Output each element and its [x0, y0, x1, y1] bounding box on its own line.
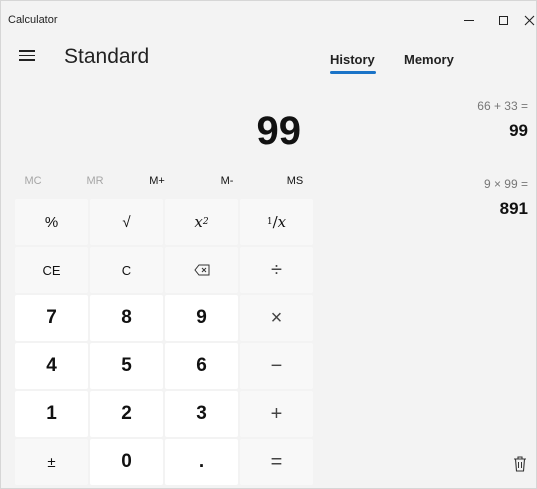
digit-2-button[interactable]: 2 [90, 391, 163, 437]
history-expression: 9 × 99 = [483, 177, 528, 191]
digit-9-button[interactable]: 9 [165, 295, 238, 341]
minimize-button[interactable] [451, 7, 487, 33]
equals-button[interactable]: = [240, 439, 313, 485]
keypad: % √ x2 1/x CE C ÷ 7 8 9 × 4 5 6 − 1 2 3 [15, 199, 313, 488]
history-expression: 66 + 33 = [477, 99, 528, 113]
backspace-icon [193, 264, 209, 276]
square-base: x [194, 213, 203, 231]
digit-4-button[interactable]: 4 [15, 343, 88, 389]
mode-title: Standard [64, 45, 150, 68]
negate-button[interactable]: ± [15, 439, 88, 485]
multiply-button[interactable]: × [240, 295, 313, 341]
square-button[interactable]: x2 [165, 199, 238, 245]
digit-7-button[interactable]: 7 [15, 295, 88, 341]
tab-history[interactable]: History [330, 52, 375, 67]
history-item[interactable]: 66 + 33 = 99 [477, 99, 528, 141]
reciprocal-numerator: 1 [266, 217, 273, 227]
maximize-icon [498, 15, 508, 25]
title-bar: Calculator [1, 1, 536, 33]
memory-clear-button[interactable]: MC [13, 175, 53, 187]
history-item[interactable]: 9 × 99 = 891 [484, 177, 528, 219]
digit-1-button[interactable]: 1 [15, 391, 88, 437]
active-tab-indicator [330, 71, 376, 74]
navigation-menu-button[interactable] [19, 47, 41, 65]
reciprocal-button[interactable]: 1/x [240, 199, 313, 245]
backspace-button[interactable] [165, 247, 238, 293]
trash-icon [514, 456, 526, 472]
memory-add-button[interactable]: M+ [137, 175, 177, 187]
digit-6-button[interactable]: 6 [165, 343, 238, 389]
memory-subtract-button[interactable]: M- [207, 175, 247, 187]
display-value: 99 [256, 109, 302, 153]
memory-recall-button[interactable]: MR [75, 175, 115, 187]
digit-0-button[interactable]: 0 [90, 439, 163, 485]
decimal-button[interactable]: . [165, 439, 238, 485]
close-button[interactable] [511, 7, 536, 33]
memory-store-button[interactable]: MS [275, 175, 315, 187]
tab-memory[interactable]: Memory [404, 52, 454, 67]
square-root-button[interactable]: √ [90, 199, 163, 245]
digit-5-button[interactable]: 5 [90, 343, 163, 389]
calculator-window: Calculator Standard 99 MC MR M+ M- MS % … [0, 0, 537, 489]
percent-button[interactable]: % [15, 199, 88, 245]
square-exponent: 2 [202, 217, 209, 227]
minimize-icon [464, 19, 474, 21]
clear-button[interactable]: C [90, 247, 163, 293]
divide-button[interactable]: ÷ [240, 247, 313, 293]
digit-3-button[interactable]: 3 [165, 391, 238, 437]
history-result: 99 [509, 121, 528, 140]
memory-row: MC MR M+ M- MS [19, 175, 313, 195]
close-icon [524, 15, 534, 25]
history-result: 891 [499, 199, 528, 218]
window-title: Calculator [8, 14, 58, 26]
reciprocal-denominator: x [277, 213, 287, 231]
subtract-button[interactable]: − [240, 343, 313, 389]
digit-8-button[interactable]: 8 [90, 295, 163, 341]
clear-history-button[interactable] [513, 456, 527, 472]
result-display: 99 [1, 101, 311, 171]
add-button[interactable]: + [240, 391, 313, 437]
hamburger-icon [19, 50, 35, 52]
clear-entry-button[interactable]: CE [15, 247, 88, 293]
